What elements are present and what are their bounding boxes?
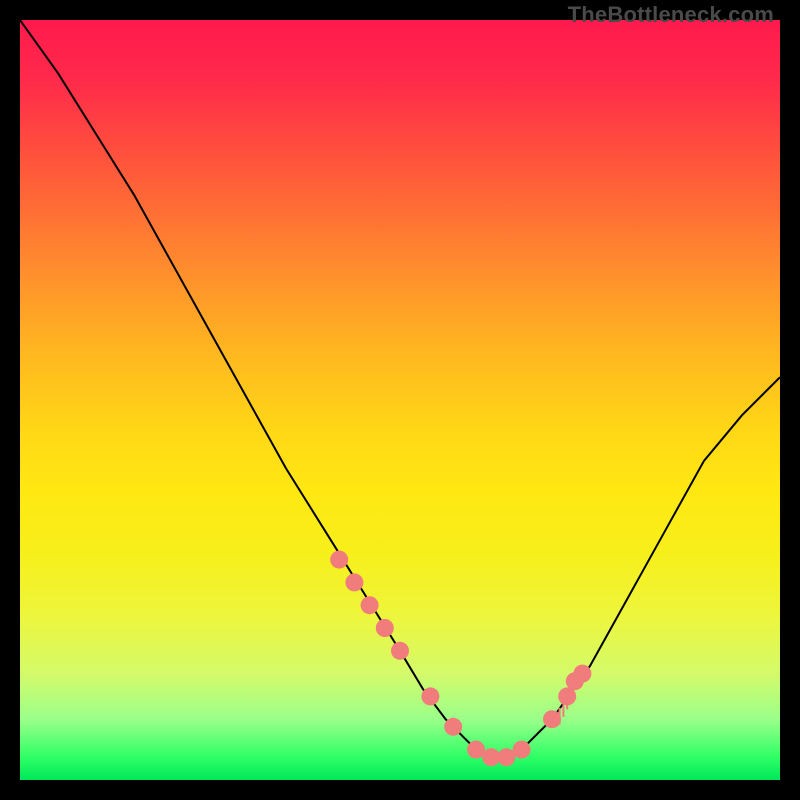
marker-dot	[444, 718, 462, 736]
plot-area	[20, 20, 780, 780]
watermark-text: TheBottleneck.com	[568, 2, 774, 28]
marker-dot	[376, 619, 394, 637]
chart-frame: TheBottleneck.com	[0, 0, 800, 800]
marker-dot	[543, 710, 561, 728]
marker-dot	[391, 642, 409, 660]
curve-svg	[20, 20, 780, 780]
marker-dot	[345, 573, 363, 591]
marker-dot	[361, 596, 379, 614]
marker-dot	[421, 687, 439, 705]
marker-dot	[573, 665, 591, 683]
marker-dot	[330, 551, 348, 569]
marker-dot	[513, 741, 531, 759]
